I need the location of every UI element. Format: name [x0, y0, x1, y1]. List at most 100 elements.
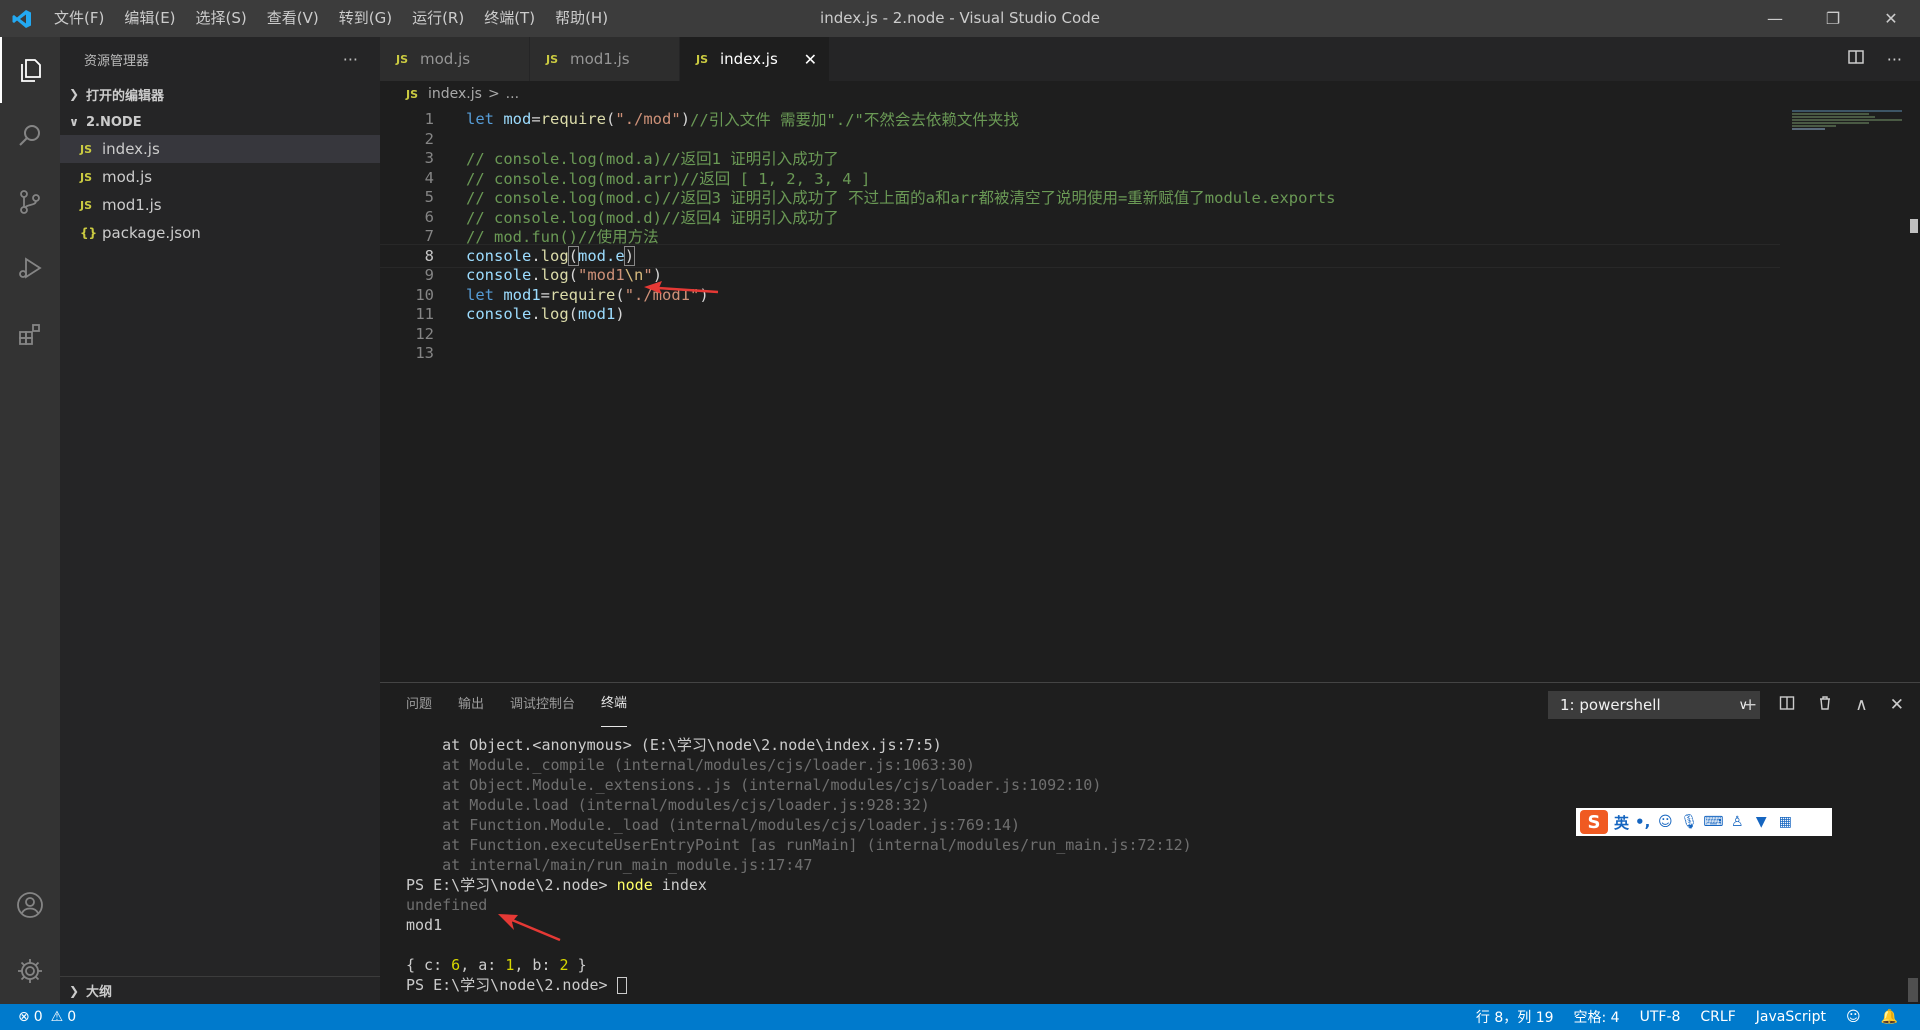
tab-label: mod.js: [420, 50, 471, 68]
folder-section[interactable]: ∨ 2.NODE: [60, 109, 380, 135]
microphone-icon[interactable]: 🎙: [1680, 813, 1698, 831]
split-terminal-icon[interactable]: [1779, 695, 1795, 716]
settings-gear-icon[interactable]: [0, 938, 60, 1004]
notifications-bell-icon[interactable]: 🔔: [1881, 1009, 1898, 1025]
maximize-panel-icon[interactable]: ∧: [1855, 695, 1867, 715]
toolbox-icon[interactable]: ▦: [1776, 813, 1794, 831]
line-number: 3: [424, 149, 434, 167]
outline-label: 大纲: [86, 985, 113, 1000]
chevron-right-icon: ❯: [68, 87, 80, 101]
file-package-json[interactable]: {} package.json: [60, 219, 380, 247]
new-terminal-icon[interactable]: +: [1743, 695, 1757, 715]
source-control-icon[interactable]: [0, 169, 60, 235]
search-icon[interactable]: [0, 103, 60, 169]
variable: mod1: [503, 285, 541, 304]
feedback-icon[interactable]: ☺: [1846, 1009, 1861, 1025]
title-bar: 文件(F) 编辑(E) 选择(S) 查看(V) 转到(G) 运行(R) 终端(T…: [0, 0, 1920, 37]
tab-mod1-js[interactable]: JS mod1.js: [530, 37, 680, 81]
object-text: , a:: [460, 956, 506, 974]
extensions-icon[interactable]: [0, 301, 60, 367]
menu-terminal[interactable]: 终端(T): [474, 0, 545, 37]
terminal-line: at Function.executeUserEntryPoint [as ru…: [406, 836, 1192, 854]
status-bar: ⊗ 0 ⚠ 0 行 8，列 19 空格: 4 UTF-8 CRLF JavaSc…: [0, 1004, 1920, 1030]
keyword: let: [466, 110, 494, 128]
ime-punctuation[interactable]: •,: [1635, 813, 1650, 831]
minimize-button[interactable]: —: [1746, 0, 1804, 37]
file-name: mod.js: [102, 168, 153, 186]
file-mod1-js[interactable]: JS mod1.js: [60, 191, 380, 219]
open-editors-label: 打开的编辑器: [86, 88, 165, 104]
terminal-line-mod1: mod1: [406, 916, 443, 934]
menu-run[interactable]: 运行(R): [402, 0, 474, 37]
file-index-js[interactable]: JS index.js: [60, 135, 380, 163]
paren: (: [606, 110, 616, 128]
ime-language[interactable]: 英: [1614, 812, 1629, 833]
paren: (: [567, 245, 580, 266]
function-name: log: [540, 305, 569, 323]
ime-toolbar[interactable]: S 英 •, ☺ 🎙 ⌨ ♙ ▼ ▦: [1576, 808, 1832, 836]
variable: mod: [503, 110, 532, 128]
more-actions-icon[interactable]: ···: [1887, 50, 1902, 69]
menu-file[interactable]: 文件(F): [44, 0, 114, 37]
keyboard-icon[interactable]: ⌨: [1703, 813, 1723, 831]
run-debug-icon[interactable]: [0, 235, 60, 301]
paren: ): [623, 245, 636, 266]
breadcrumb-more[interactable]: ...: [506, 86, 519, 102]
tab-label: index.js: [720, 50, 778, 68]
tab-label: mod1.js: [570, 50, 630, 68]
emoji-icon[interactable]: ☺: [1656, 813, 1674, 831]
problems-status[interactable]: ⊗ 0 ⚠ 0: [0, 1009, 76, 1025]
split-editor-icon[interactable]: [1847, 48, 1865, 70]
terminal-select[interactable]: 1: powershell ∨: [1548, 691, 1760, 719]
encoding[interactable]: UTF-8: [1640, 1009, 1681, 1025]
function-name: log: [540, 266, 569, 284]
string: "./mod": [615, 110, 681, 128]
menu-edit[interactable]: 编辑(E): [114, 0, 185, 37]
object: console: [466, 246, 532, 265]
terminal-line: at Module.load (internal/modules/cjs/loa…: [406, 796, 930, 814]
menu-selection[interactable]: 选择(S): [186, 0, 257, 37]
restore-button[interactable]: ❐: [1804, 0, 1862, 37]
activity-bar: [0, 37, 60, 1004]
close-window-button[interactable]: ✕: [1862, 0, 1920, 37]
minimap[interactable]: [1792, 110, 1902, 150]
terminal-line: at Object.<anonymous> (E:\学习\node\2.node…: [406, 736, 942, 754]
more-actions-icon[interactable]: ···: [343, 50, 358, 69]
warning-count: 0: [67, 1009, 77, 1025]
tab-index-js[interactable]: JS index.js ✕: [680, 37, 830, 81]
menu-view[interactable]: 查看(V): [257, 0, 329, 37]
status-right: 行 8，列 19 空格: 4 UTF-8 CRLF JavaScript ☺ 🔔: [1476, 1007, 1920, 1027]
close-panel-icon[interactable]: ✕: [1890, 695, 1904, 715]
explorer-icon[interactable]: [0, 37, 60, 103]
terminal-scrollbar[interactable]: [1908, 978, 1918, 1002]
end-of-line[interactable]: CRLF: [1700, 1009, 1735, 1025]
accounts-icon[interactable]: [0, 872, 60, 938]
trash-icon[interactable]: [1817, 695, 1833, 716]
explorer-title: 资源管理器: [84, 53, 150, 69]
user-icon[interactable]: ♙: [1728, 813, 1746, 831]
tab-output[interactable]: 输出: [458, 683, 484, 727]
file-mod-js[interactable]: JS mod.js: [60, 163, 380, 191]
tab-debug-console[interactable]: 调试控制台: [510, 683, 575, 727]
line-number: 6: [424, 207, 434, 226]
cursor-position[interactable]: 行 8，列 19: [1476, 1007, 1554, 1027]
vscode-logo-icon: [0, 0, 44, 37]
menu-help[interactable]: 帮助(H): [545, 0, 618, 37]
code-editor[interactable]: 1 let mod = require("./mod")//引入文件 需要加"./"…: [380, 107, 1920, 682]
code-line: 13: [380, 341, 1780, 365]
outline-section[interactable]: ❯ 大纲: [60, 976, 380, 1004]
file-name: index.js: [102, 140, 160, 158]
tab-terminal[interactable]: 终端: [601, 683, 628, 727]
tab-problems[interactable]: 问题: [406, 683, 432, 727]
open-editors-section[interactable]: ❯ 打开的编辑器: [60, 81, 380, 107]
menu-go[interactable]: 转到(G): [329, 0, 402, 37]
tab-mod-js[interactable]: JS mod.js: [380, 37, 530, 81]
editor-scrollbar[interactable]: [1906, 107, 1920, 682]
skin-icon[interactable]: ▼: [1752, 813, 1770, 831]
argument: mod.e: [578, 246, 625, 265]
breadcrumb-file[interactable]: index.js: [428, 86, 482, 102]
close-tab-icon[interactable]: ✕: [804, 50, 817, 69]
language-mode[interactable]: JavaScript: [1756, 1009, 1826, 1025]
indentation[interactable]: 空格: 4: [1574, 1007, 1620, 1027]
terminal-output[interactable]: at Object.<anonymous> (E:\学习\node\2.node…: [406, 735, 1192, 995]
